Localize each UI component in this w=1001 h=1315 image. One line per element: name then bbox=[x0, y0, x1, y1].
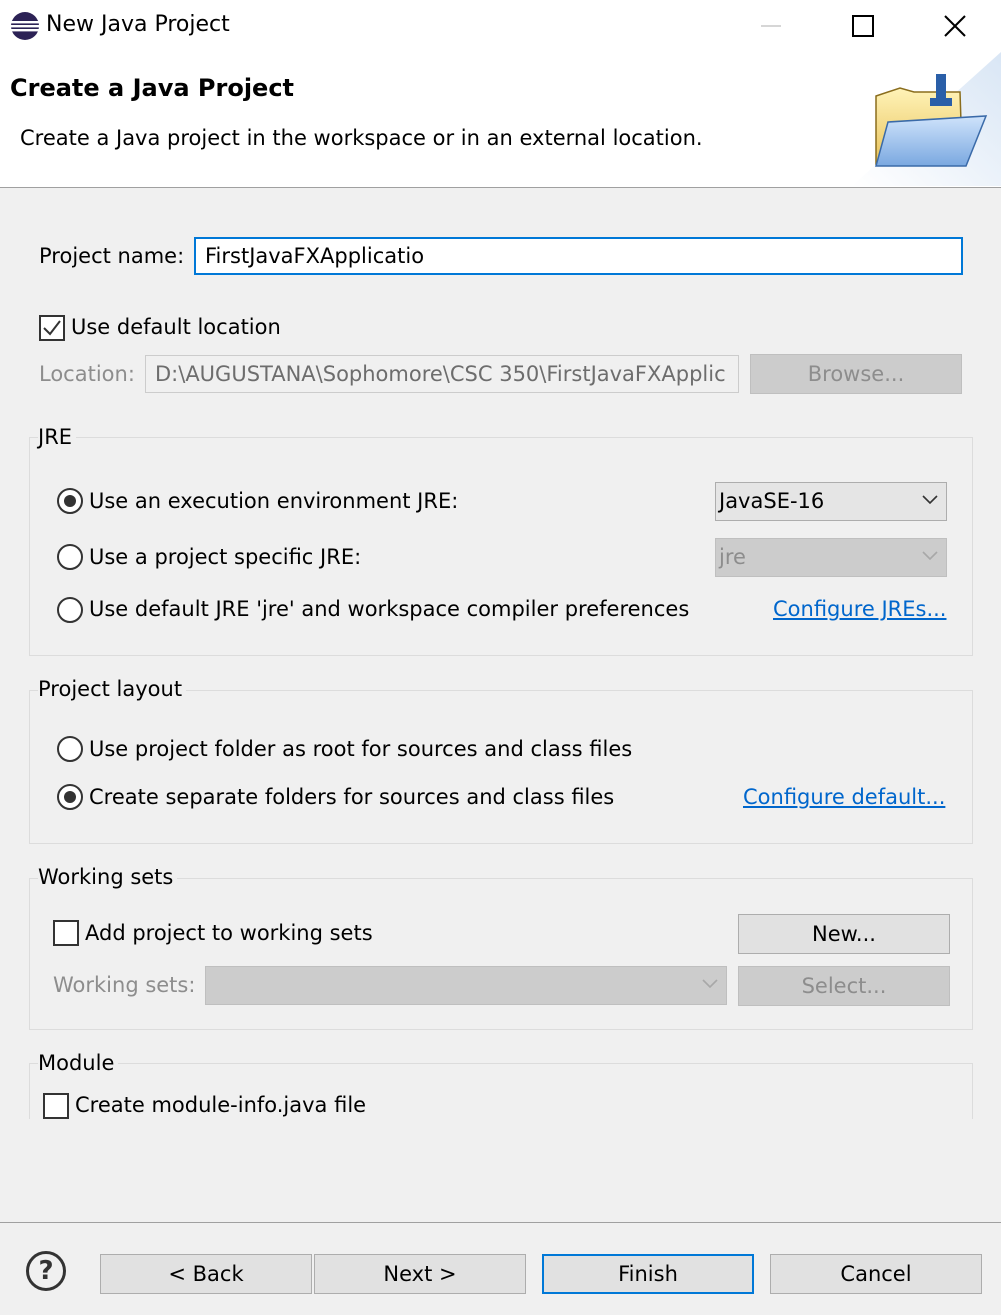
working-sets-label: Working sets: bbox=[53, 973, 196, 997]
title-bar: New Java Project bbox=[0, 0, 1001, 52]
finish-button[interactable]: Finish bbox=[542, 1254, 754, 1294]
chevron-down-icon bbox=[922, 551, 938, 561]
java-project-wizard-folder-icon bbox=[852, 52, 1001, 186]
working-sets-group-title: Working sets bbox=[38, 865, 178, 889]
add-to-working-sets-checkbox[interactable] bbox=[53, 920, 79, 946]
footer-separator bbox=[0, 1222, 1001, 1223]
separate-folders-radio[interactable] bbox=[57, 784, 83, 810]
window-title: New Java Project bbox=[46, 12, 230, 37]
help-button[interactable]: ? bbox=[26, 1251, 66, 1291]
use-default-location-checkbox[interactable] bbox=[39, 315, 65, 341]
execution-env-label: Use an execution environment JRE: bbox=[89, 489, 459, 513]
location-label: Location: bbox=[39, 362, 135, 386]
maximize-button[interactable] bbox=[817, 0, 909, 52]
configure-jres-link[interactable]: Configure JREs... bbox=[773, 597, 946, 621]
page-title: Create a Java Project bbox=[10, 74, 295, 102]
select-working-set-button[interactable]: Select... bbox=[738, 966, 950, 1006]
project-layout-group-title: Project layout bbox=[38, 677, 187, 701]
project-name-label: Project name: bbox=[39, 244, 185, 268]
close-button[interactable] bbox=[909, 0, 1001, 52]
create-module-info-label: Create module-info.java file bbox=[75, 1093, 367, 1117]
execution-env-radio[interactable] bbox=[57, 488, 83, 514]
project-specific-jre-combo[interactable]: jre bbox=[715, 538, 947, 577]
default-jre-radio[interactable] bbox=[57, 597, 83, 623]
cancel-button[interactable]: Cancel bbox=[770, 1254, 982, 1294]
project-specific-jre-label: Use a project specific JRE: bbox=[89, 545, 362, 569]
separate-folders-label: Create separate folders for sources and … bbox=[89, 785, 615, 809]
wizard-header: Create a Java Project Create a Java proj… bbox=[0, 52, 1001, 188]
eclipse-icon bbox=[11, 12, 39, 40]
project-specific-jre-radio[interactable] bbox=[57, 544, 83, 570]
project-layout-group bbox=[29, 690, 973, 844]
back-button[interactable]: < Back bbox=[100, 1254, 312, 1294]
close-icon bbox=[944, 15, 966, 37]
module-group-title: Module bbox=[38, 1051, 119, 1075]
help-icon: ? bbox=[38, 1256, 54, 1286]
new-working-set-button[interactable]: New... bbox=[738, 914, 950, 954]
jre-group-title: JRE bbox=[38, 425, 77, 449]
use-default-location-label: Use default location bbox=[71, 315, 281, 339]
project-name-input[interactable]: FirstJavaFXApplicatio bbox=[194, 237, 963, 275]
location-input[interactable]: D:\AUGUSTANA\Sophomore\CSC 350\FirstJava… bbox=[145, 355, 739, 393]
maximize-icon bbox=[852, 15, 874, 37]
working-sets-group bbox=[29, 878, 973, 1030]
chevron-down-icon bbox=[922, 495, 938, 505]
create-module-info-checkbox[interactable] bbox=[43, 1093, 69, 1119]
execution-env-value: JavaSE-16 bbox=[719, 489, 825, 513]
chevron-down-icon bbox=[702, 979, 718, 989]
project-specific-jre-value: jre bbox=[719, 545, 746, 569]
minimize-button[interactable] bbox=[725, 0, 817, 52]
minimize-icon bbox=[761, 25, 781, 27]
working-sets-combo[interactable] bbox=[205, 966, 727, 1005]
page-description: Create a Java project in the workspace o… bbox=[20, 126, 703, 150]
configure-default-link[interactable]: Configure default... bbox=[743, 785, 945, 809]
folder-as-root-radio[interactable] bbox=[57, 736, 83, 762]
execution-env-combo[interactable]: JavaSE-16 bbox=[715, 482, 947, 521]
folder-as-root-label: Use project folder as root for sources a… bbox=[89, 737, 633, 761]
browse-button[interactable]: Browse... bbox=[750, 354, 962, 394]
next-button[interactable]: Next > bbox=[314, 1254, 526, 1294]
add-to-working-sets-label: Add project to working sets bbox=[85, 921, 373, 945]
checkmark-icon bbox=[43, 320, 61, 336]
default-jre-label: Use default JRE 'jre' and workspace comp… bbox=[89, 597, 690, 621]
